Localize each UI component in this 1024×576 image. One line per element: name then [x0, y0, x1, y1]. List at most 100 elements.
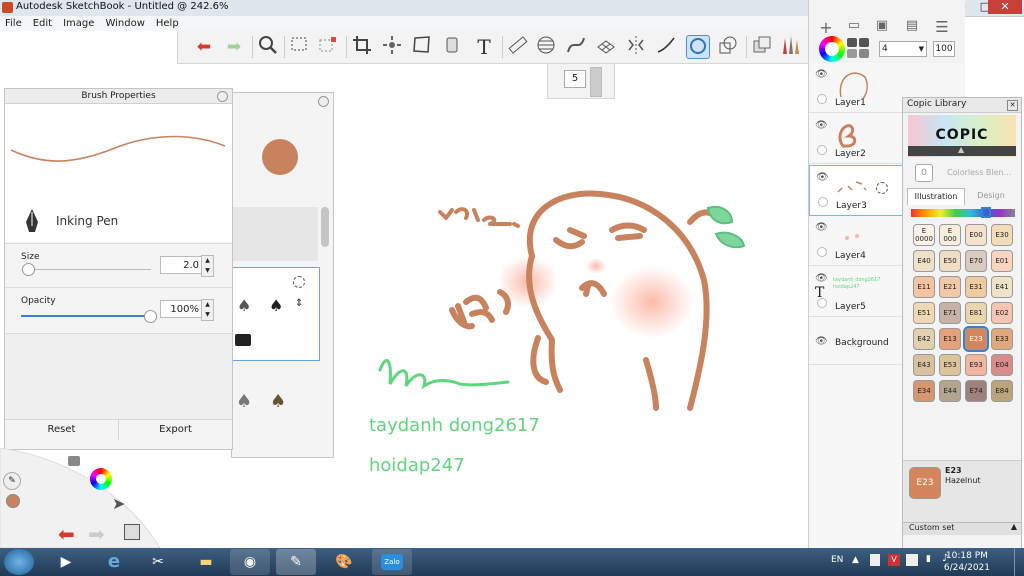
scrollbar[interactable]: [321, 207, 329, 247]
tray-signal-icon[interactable]: ▮: [926, 554, 931, 564]
copic-swatch-E53[interactable]: E53: [939, 354, 961, 376]
clock[interactable]: 10:18 PM 6/24/2021: [944, 550, 990, 574]
undo-icon[interactable]: ⬅: [192, 35, 216, 59]
panel-close-icon[interactable]: [217, 91, 228, 102]
copic-swatch-E41[interactable]: E41: [991, 276, 1013, 298]
close-button[interactable]: ✕: [988, 0, 1022, 14]
swatches-icon[interactable]: [847, 38, 871, 60]
ruler-icon[interactable]: [506, 35, 530, 59]
layers-icon[interactable]: [124, 524, 140, 540]
add-layer-icon[interactable]: +: [815, 18, 837, 37]
canvas-artwork[interactable]: [360, 170, 800, 430]
tray-v-icon[interactable]: V: [888, 554, 900, 566]
current-color-icon[interactable]: [6, 494, 20, 508]
snipping-icon[interactable]: ✂: [138, 549, 178, 575]
color-wheel-icon[interactable]: [90, 468, 112, 490]
brush-icon[interactable]: ♠: [237, 296, 251, 315]
copic-swatch-E44[interactable]: E44: [939, 380, 961, 402]
copic-collapse-bar[interactable]: ▲: [908, 145, 1016, 156]
canvas-text-line1[interactable]: taydanh dong2617: [369, 415, 540, 436]
copic-swatch-E40[interactable]: E40: [913, 250, 935, 272]
copic-swatch-E84[interactable]: E84: [991, 380, 1013, 402]
opacity-input[interactable]: 100%: [160, 300, 204, 318]
trash-icon[interactable]: ▤: [901, 18, 923, 34]
media-player-icon[interactable]: ▶: [46, 549, 86, 575]
copic-swatch-E42[interactable]: E42: [913, 328, 935, 350]
opacity-slider-knob[interactable]: [144, 310, 157, 323]
size-input[interactable]: 2.0: [160, 256, 204, 274]
brush-library-icon[interactable]: [778, 35, 802, 59]
bucket-icon[interactable]: [440, 35, 464, 59]
select-rect-icon[interactable]: [288, 35, 312, 59]
copic-swatch-E01[interactable]: E01: [991, 250, 1013, 272]
select-alt-icon[interactable]: [316, 35, 340, 59]
perspective-icon[interactable]: [594, 35, 618, 59]
stroke-icon[interactable]: [654, 35, 678, 59]
brush-settings-icon[interactable]: [293, 276, 305, 288]
brush-icon[interactable]: ♠: [236, 391, 252, 412]
brush-color-puck[interactable]: [262, 139, 298, 175]
eye-icon[interactable]: 👁: [815, 120, 828, 131]
layer-opacity-value[interactable]: 100: [933, 41, 955, 57]
brush-icon[interactable]: ♠: [269, 296, 283, 315]
ellipse-guide-icon[interactable]: [534, 35, 558, 59]
chrome-icon[interactable]: ◉: [230, 549, 270, 575]
eye-icon[interactable]: 👁: [815, 222, 828, 233]
copic-swatch-E34[interactable]: E34: [913, 380, 935, 402]
select-arrow-icon[interactable]: ➤: [112, 494, 125, 513]
image-icon[interactable]: ▣: [871, 18, 893, 34]
tab-illustration[interactable]: Illustration: [907, 188, 965, 205]
blend-mode-select[interactable]: 4 ▼: [879, 41, 927, 57]
close-icon[interactable]: ✕: [1007, 100, 1018, 111]
layer-radio[interactable]: [817, 145, 827, 155]
copic-swatch-E71[interactable]: E71: [939, 302, 961, 324]
copic-swatch-E33[interactable]: E33: [991, 328, 1013, 350]
eye-icon[interactable]: 👁: [815, 336, 828, 347]
eye-icon[interactable]: 👁: [815, 273, 828, 284]
brush-puck-icon[interactable]: [68, 456, 80, 466]
copic-swatch-E30[interactable]: E30: [991, 224, 1013, 246]
language-indicator[interactable]: EN: [831, 555, 843, 565]
panel-close-icon[interactable]: [318, 96, 329, 107]
start-button[interactable]: [4, 549, 34, 575]
size-stepper[interactable]: ▲ ▼: [201, 255, 214, 277]
crop-icon[interactable]: [350, 35, 374, 59]
tab-design[interactable]: Design: [965, 188, 1017, 204]
ie-icon[interactable]: e: [94, 549, 134, 575]
eye-icon[interactable]: 👁: [816, 172, 829, 183]
canvas-text-line2[interactable]: hoidap247: [369, 455, 465, 476]
menu-file[interactable]: File: [0, 16, 28, 31]
opacity-slider-track[interactable]: [21, 315, 149, 317]
copic-swatch-E04[interactable]: E04: [991, 354, 1013, 376]
lasso-icon[interactable]: [686, 35, 710, 59]
copic-swatch-E0000[interactable]: E 0000: [913, 224, 935, 246]
brush-set-selected[interactable]: ♠ ♠ ⇕: [232, 267, 320, 361]
layer-radio[interactable]: [818, 197, 828, 207]
eraser-icon[interactable]: [235, 334, 251, 346]
size-slider-knob[interactable]: [21, 263, 35, 276]
copic-swatch-E02[interactable]: E02: [991, 302, 1013, 324]
copic-swatch-E00[interactable]: E00: [965, 224, 987, 246]
copic-swatch-E23[interactable]: E23: [963, 326, 989, 352]
reset-button[interactable]: Reset: [5, 419, 119, 440]
eye-icon[interactable]: 👁: [815, 69, 828, 80]
copic-swatch-E31[interactable]: E31: [965, 276, 987, 298]
size-slider-track[interactable]: [23, 269, 151, 270]
shapes-icon[interactable]: [716, 35, 740, 59]
copic-swatch-E13[interactable]: E13: [939, 328, 961, 350]
brush-size-slider[interactable]: [590, 67, 602, 97]
transform-icon[interactable]: [380, 35, 404, 59]
layer-radio[interactable]: [817, 94, 827, 104]
layer-menu-icon[interactable]: ☰: [931, 18, 953, 36]
copic-swatch-E43[interactable]: E43: [913, 354, 935, 376]
paint-icon[interactable]: 🎨: [324, 549, 364, 575]
explorer-icon[interactable]: ▬: [186, 549, 226, 575]
tray-expand-icon[interactable]: ▲: [852, 555, 859, 565]
custom-set-bar[interactable]: Custom set ▲: [903, 522, 1021, 535]
folder-icon[interactable]: ▭: [843, 18, 865, 34]
pencil-tool-icon[interactable]: ✎: [3, 472, 21, 490]
menu-edit[interactable]: Edit: [28, 16, 58, 31]
copic-swatch-E11[interactable]: E11: [913, 276, 935, 298]
menu-help[interactable]: Help: [151, 16, 185, 31]
zoom-icon[interactable]: [256, 35, 280, 59]
